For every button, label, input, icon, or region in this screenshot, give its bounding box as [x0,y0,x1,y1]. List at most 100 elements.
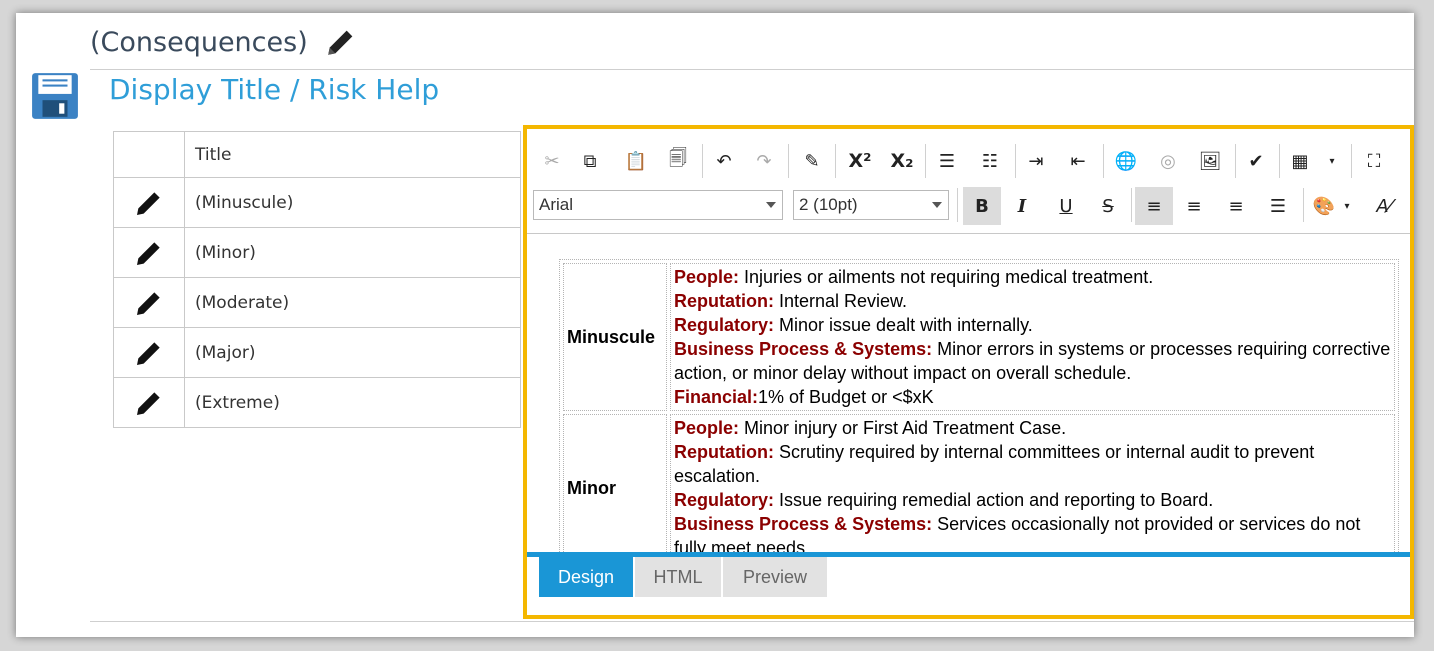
title-grid: Title (Minuscule) (Minor) (Moderate) (Ma… [113,131,521,428]
description-cell: People: Minor injury or First Aid Treatm… [670,414,1395,552]
row-title: (Major) [195,342,256,363]
tab-design[interactable]: Design [539,557,633,597]
row-title: (Extreme) [195,392,280,413]
undo-icon[interactable]: ↶ [709,146,739,176]
category-label: Regulatory: [674,315,775,335]
page-frame: (Consequences) Display Title / Risk Help… [16,13,1414,637]
pencil-icon[interactable] [133,237,165,269]
row-title: (Minuscule) [195,192,294,213]
italic-button[interactable]: I [1007,191,1037,221]
insert-link-icon[interactable]: 🌐 [1111,146,1141,176]
font-size-value: 2 (10pt) [799,195,858,214]
superscript-icon[interactable]: X² [845,146,875,176]
description-line: People: Injuries or ailments not requiri… [674,265,1391,289]
pencil-icon[interactable] [133,287,165,319]
description-line: Financial:1% of Budget or <$xK [674,385,1391,409]
pencil-icon[interactable] [324,25,358,59]
footer-divider [90,621,1414,622]
paste-from-word-icon[interactable]: 🗐 [663,146,693,176]
insert-table-icon[interactable]: ▦ [1285,146,1315,176]
bold-button[interactable]: B [963,187,1001,225]
floppy-disk-icon[interactable] [30,71,80,121]
category-label: Reputation: [674,442,774,462]
edit-cell[interactable] [114,278,185,327]
category-label: Business Process & Systems: [674,514,933,534]
insert-image-icon[interactable]: 🖼 [1195,146,1225,176]
underline-button[interactable]: U [1051,191,1081,221]
chevron-down-icon [766,202,776,208]
category-label: Reputation: [674,291,774,311]
description-line: Regulatory: Minor issue dealt with inter… [674,313,1391,337]
tab-html[interactable]: HTML [635,557,721,597]
pencil-icon[interactable] [133,337,165,369]
description-line: Business Process & Systems: Services occ… [674,512,1391,552]
category-text: Minor issue dealt with internally. [774,315,1033,335]
table-row[interactable]: (Major) [114,328,520,378]
paste-icon[interactable]: 📋 [621,146,651,176]
grid-header-row: Title [114,132,520,178]
cut-icon[interactable]: ✂ [537,146,567,176]
toolbar-divider [1303,188,1304,222]
description-line: Reputation: Internal Review. [674,289,1391,313]
toolbar-divider [1015,144,1016,178]
edit-cell[interactable] [114,328,185,377]
edit-cell[interactable] [114,178,185,227]
consequence-table: Minuscule People: Injuries or ailments n… [559,259,1399,552]
text-color-icon[interactable]: 🎨 [1309,191,1339,221]
table-row[interactable]: (Extreme) [114,378,520,428]
indent-icon[interactable]: ⇥ [1021,146,1051,176]
clear-formatting-icon[interactable]: A⁄ [1369,191,1399,221]
table-dropdown-icon[interactable]: ▾ [1317,146,1347,176]
redo-icon[interactable]: ↷ [749,146,779,176]
description-line: Regulatory: Issue requiring remedial act… [674,488,1391,512]
copy-icon[interactable]: ⧉ [575,146,605,176]
strikethrough-button[interactable]: S [1093,191,1123,221]
align-justify-icon[interactable]: ☰ [1263,191,1293,221]
font-name-value: Arial [539,195,574,214]
fullscreen-icon[interactable]: ⛶ [1359,146,1389,176]
toolbar-divider [702,144,703,178]
table-row[interactable]: (Moderate) [114,278,520,328]
align-right-icon[interactable]: ≡ [1221,191,1251,221]
section-title: Display Title / Risk Help [109,73,440,106]
editor-content-area[interactable]: Minuscule People: Injuries or ailments n… [527,234,1410,552]
edit-cell[interactable] [114,378,185,427]
toolbar-divider [1235,144,1236,178]
align-left-icon[interactable]: ≡ [1135,187,1173,225]
tab-preview[interactable]: Preview [723,557,827,597]
format-stripper-icon[interactable]: ✎ [797,146,827,176]
remove-link-icon[interactable]: ◎ [1153,146,1183,176]
pencil-icon[interactable] [133,187,165,219]
toolbar-divider [1103,144,1104,178]
bullet-list-icon[interactable]: ☷ [975,146,1005,176]
chevron-down-icon [932,202,942,208]
category-text: Minor injury or First Aid Treatment Case… [739,418,1067,438]
text-color-dropdown-icon[interactable]: ▾ [1339,191,1355,221]
table-row: Minuscule People: Injuries or ailments n… [563,263,1395,411]
table-row[interactable]: (Minor) [114,228,520,278]
subscript-icon[interactable]: X₂ [887,146,917,176]
table-row: Minor People: Minor injury or First Aid … [563,414,1395,552]
font-name-select[interactable]: Arial [533,190,783,220]
outdent-icon[interactable]: ⇤ [1063,146,1093,176]
font-size-select[interactable]: 2 (10pt) [793,190,949,220]
category-text: Internal Review. [773,291,908,311]
header-divider [90,69,1414,70]
row-title: (Moderate) [195,292,290,313]
grid-header-title: Title [195,144,232,165]
align-center-icon[interactable]: ≡ [1179,191,1209,221]
category-text: Issue requiring remedial action and repo… [774,490,1214,510]
category-label: People: [674,267,740,287]
table-row[interactable]: (Minuscule) [114,178,520,228]
grid-header-edit-cell [114,132,185,177]
page-title: (Consequences) [90,27,308,58]
category-label: Financial: [674,387,759,407]
pencil-icon[interactable] [133,387,165,419]
toolbar-divider [835,144,836,178]
spellcheck-icon[interactable]: ✔ [1241,146,1271,176]
category-text: 1% of Budget or <$xK [758,387,934,407]
level-cell: Minuscule [563,263,667,411]
row-title: (Minor) [195,242,256,263]
numbered-list-icon[interactable]: ☰ [932,146,962,176]
edit-cell[interactable] [114,228,185,277]
